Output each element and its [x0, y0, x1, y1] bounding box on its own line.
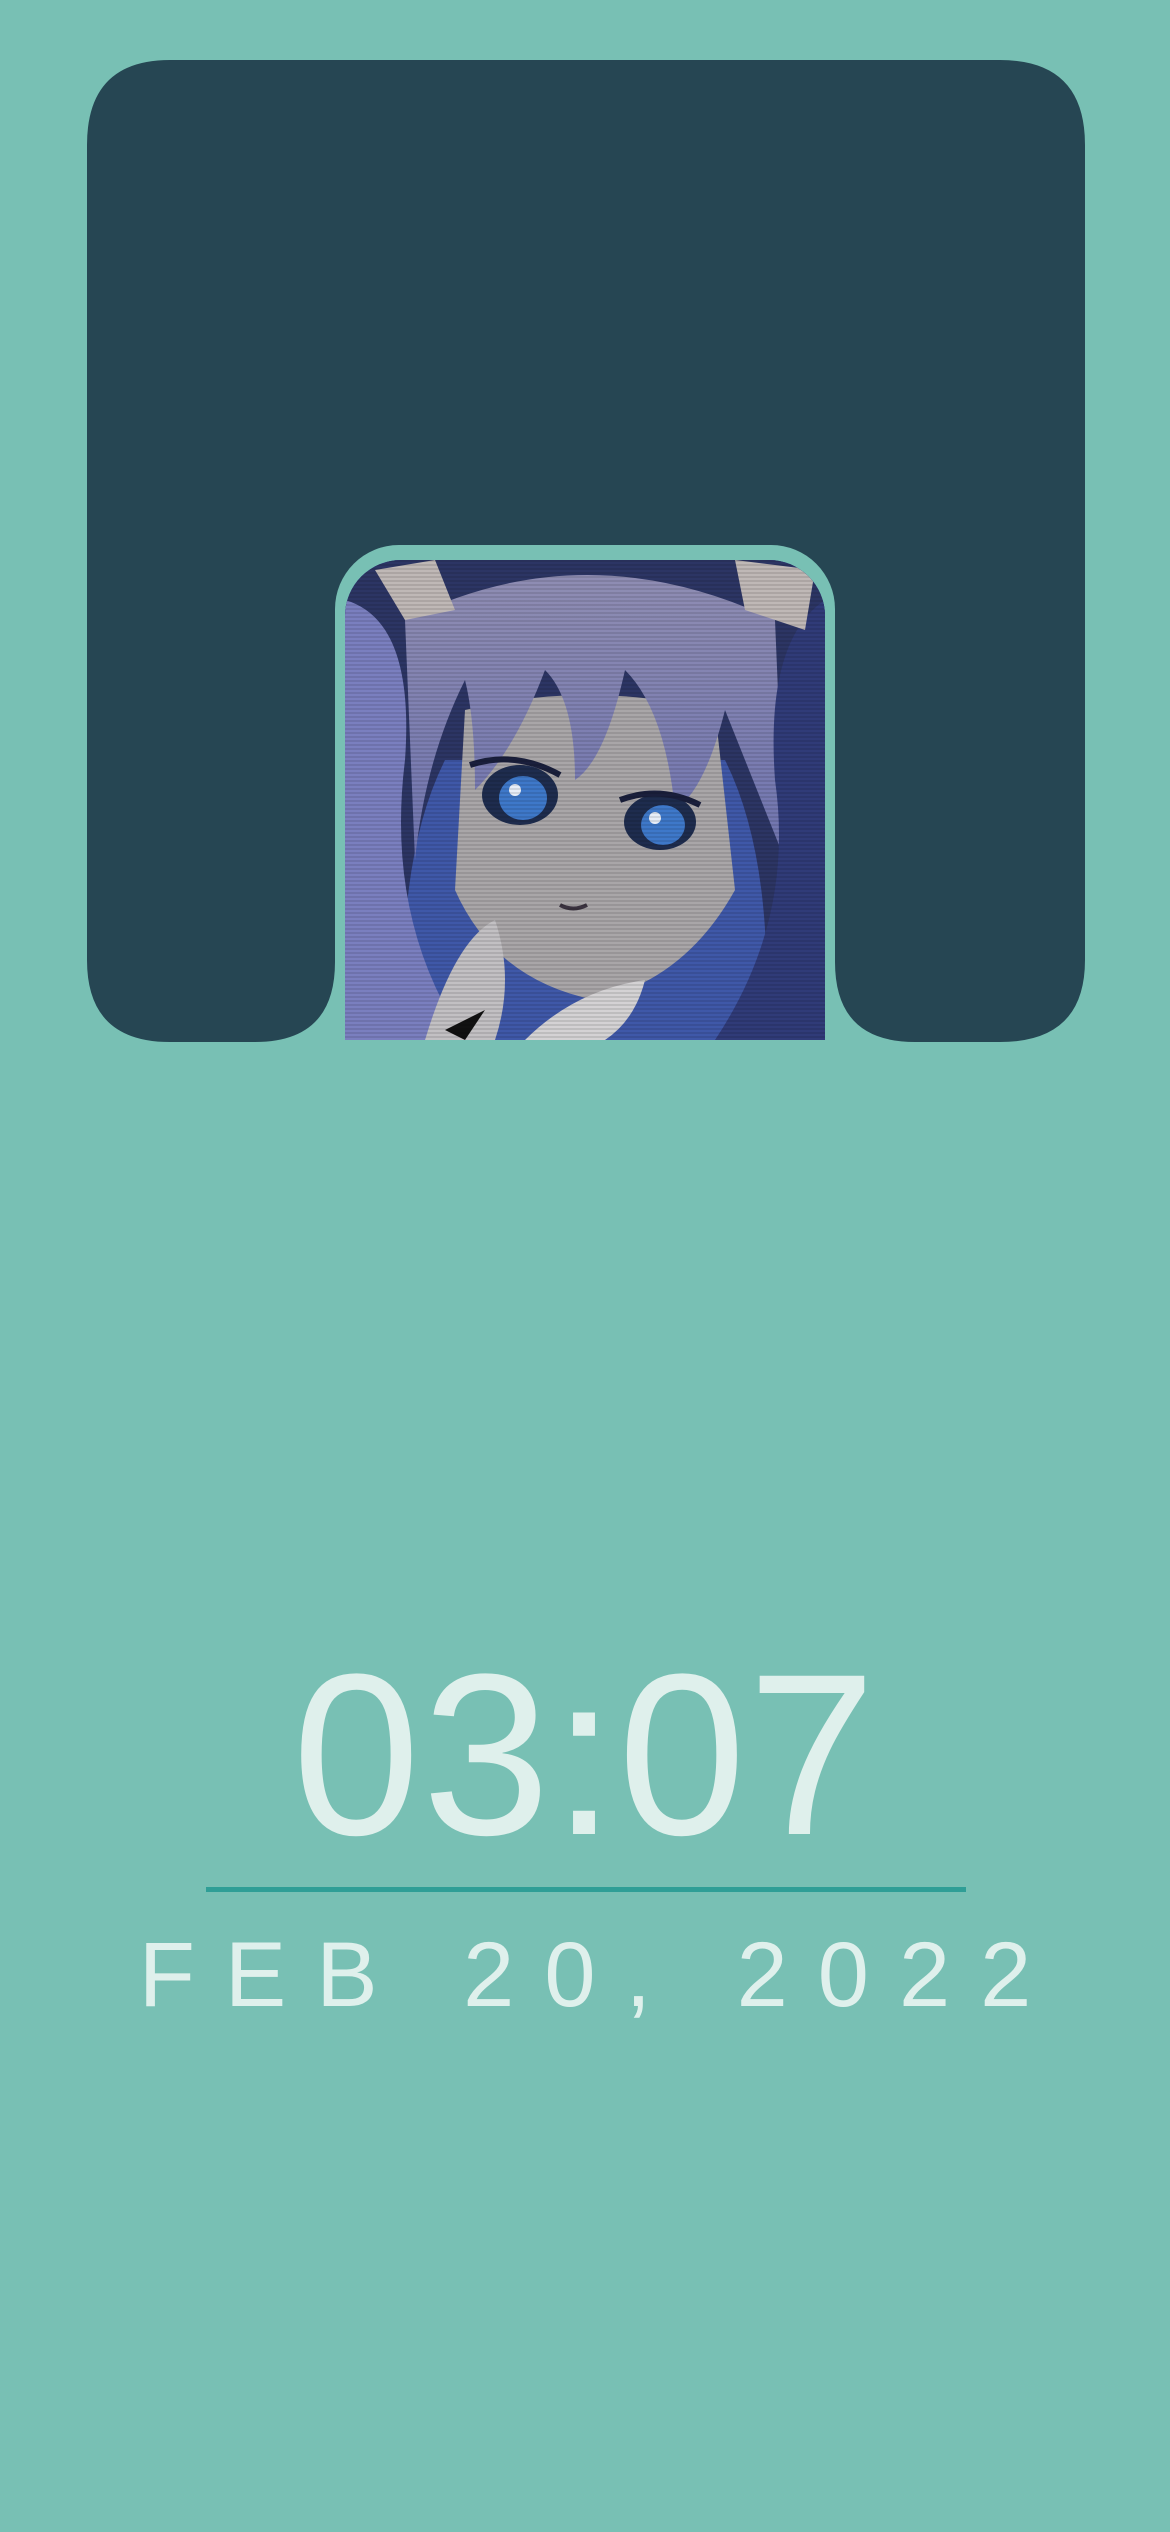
lock-screen: 03:07 FEB 20, 2022 [0, 0, 1170, 2532]
anime-character-portrait-icon [345, 560, 825, 1040]
clock-divider [206, 1887, 966, 1892]
avatar[interactable] [345, 560, 825, 1040]
clock-time: 03:07 [292, 1626, 878, 1883]
clock-date: FEB 20, 2022 [138, 1924, 1062, 2026]
